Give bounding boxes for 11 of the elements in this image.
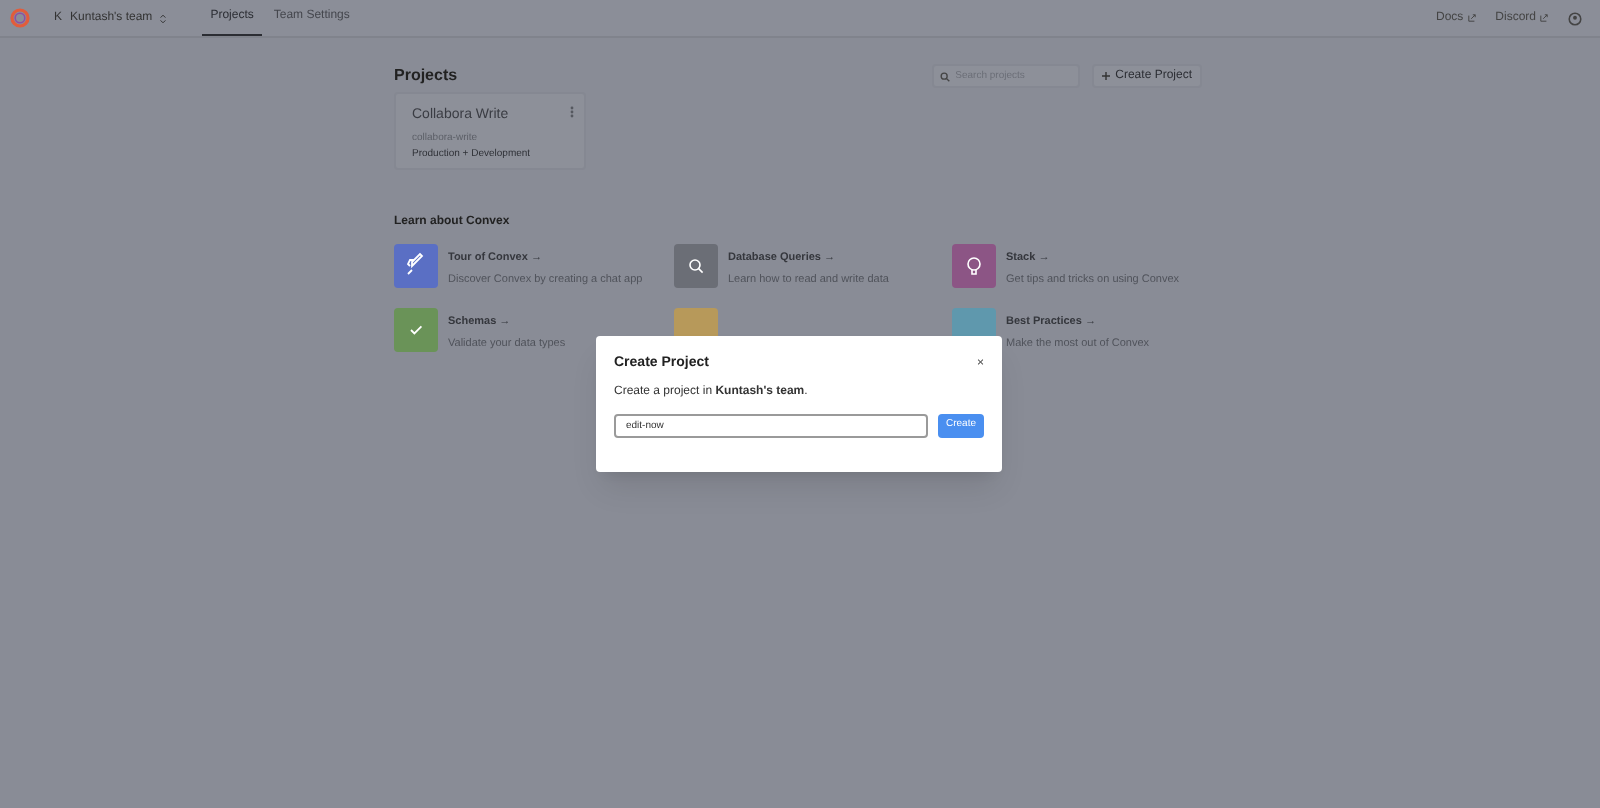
external-link-icon: [1540, 14, 1548, 22]
tutorial-icon[interactable]: [394, 244, 438, 288]
tutorial-icon[interactable]: [674, 244, 718, 288]
account-icon[interactable]: [1568, 11, 1582, 25]
tutorial-icon[interactable]: [952, 244, 996, 288]
logo-icon[interactable]: [10, 8, 30, 28]
external-link-icon: [1467, 14, 1476, 22]
section-title: Projects: [394, 64, 458, 88]
chevron-updown-icon: [160, 13, 167, 23]
plus-icon: [1101, 72, 1110, 80]
search-icon: [939, 71, 950, 81]
